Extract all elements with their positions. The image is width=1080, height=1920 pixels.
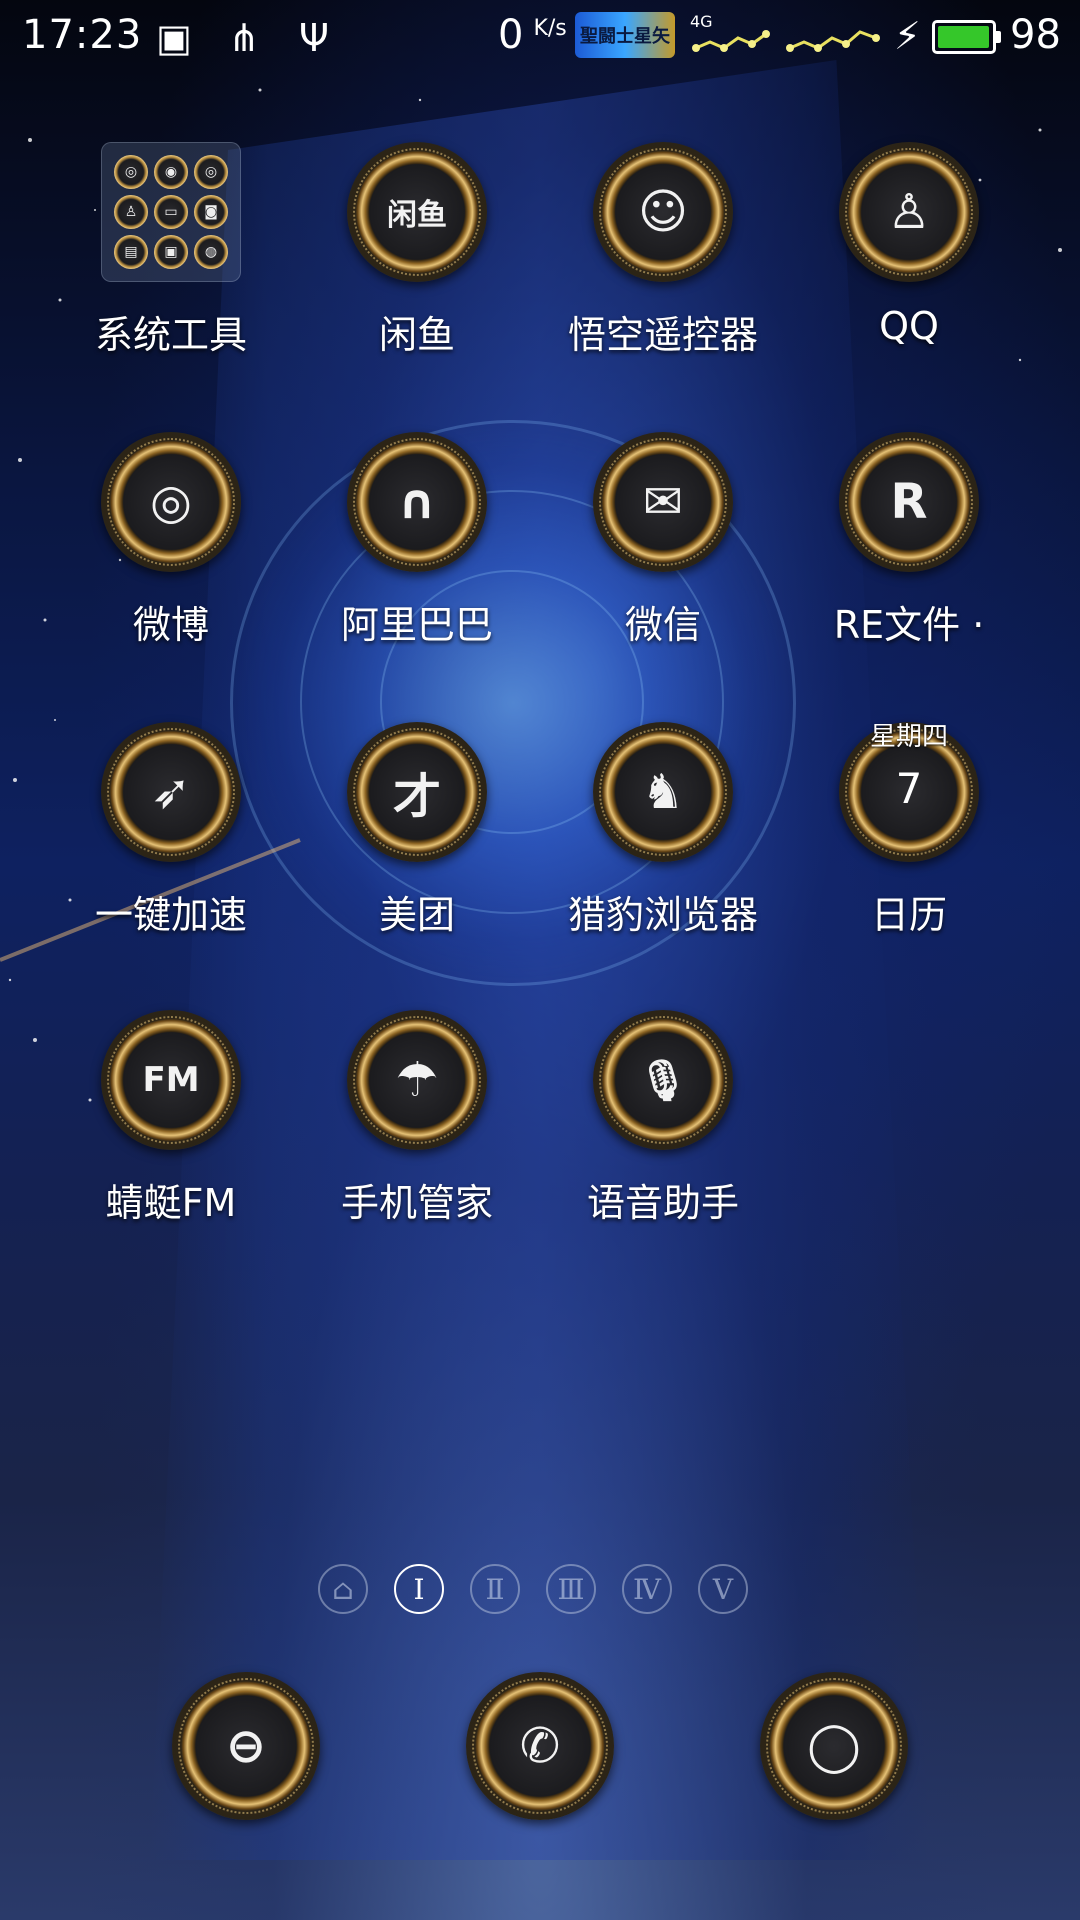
app-label: 阿里巴巴 [340,603,493,647]
page-indicator: ⌂ Ⅰ Ⅱ Ⅲ Ⅳ Ⅴ [318,1564,748,1614]
page-dot-4[interactable]: Ⅳ [622,1564,672,1614]
page-dot-2[interactable]: Ⅱ [470,1564,520,1614]
cheetah-icon: ♞ [593,722,733,862]
microphone-icon: 🎙 [593,1010,733,1150]
battery-icon [932,20,1001,54]
app-label: 闲鱼 [378,313,455,357]
app-label: 一键加速 [94,893,247,937]
charging-icon: ⚡ [894,14,921,58]
app-label: RE文件 · [833,603,985,647]
app-calendar[interactable]: 星期四 7 日历 [789,722,1029,939]
folder-mini-app-icon: ◍ [194,235,228,269]
battery-percent: 98 [1010,12,1061,58]
app-phone-manager[interactable]: ☂ 手机管家 [297,1010,537,1227]
page-dot-1[interactable]: Ⅰ [394,1564,444,1614]
folder-icon: ◎ ◉ ◎ ♙ ▭ ◙ ▤ ▣ ◍ [101,142,241,282]
app-label: 手机管家 [340,1181,493,1225]
status-notification-icons: ▣ ⋔ Ψ [152,16,336,60]
message-icon: ◯ [760,1672,908,1820]
app-wechat[interactable]: ✉ 微信 [543,432,783,649]
image-icon: ▣ [156,16,192,60]
app-xianyu[interactable]: 闲鱼 闲鱼 [297,142,537,359]
qq-icon: ♙ [839,142,979,282]
app-voice-assistant[interactable]: 🎙 语音助手 [543,1010,783,1227]
app-cheetah-browser[interactable]: ♞ 猎豹浏览器 [543,722,783,939]
wukong-remote-icon: ☺ [593,142,733,282]
usb-icon: Ψ [299,16,329,60]
rocket-icon: ➶ [101,722,241,862]
app-label: 微博 [132,603,209,647]
share-icon: ⋔ [228,16,260,60]
app-label: 微信 [624,603,701,647]
app-label: 猎豹浏览器 [567,893,758,937]
calendar-weekday: 星期四 [869,722,948,752]
folder-system-tools[interactable]: ◎ ◉ ◎ ♙ ▭ ◙ ▤ ▣ ◍ 系统工具 [51,142,291,359]
app-label: 蜻蜓FM [105,1181,237,1225]
battery-fill [938,26,989,48]
dock-messages[interactable]: ◯ [760,1672,908,1820]
status-bar: 17:23 ▣ ⋔ Ψ 0 K/s 聖闘士星矢 4G ⚡ 98 [0,0,1080,76]
app-label: 日历 [870,893,947,937]
weibo-icon: ◎ [101,432,241,572]
page-dot-3[interactable]: Ⅲ [546,1564,596,1614]
folder-mini-app-icon: ◙ [194,195,228,229]
status-time: 17:23 [22,12,143,58]
folder-mini-app-icon: ◎ [194,155,228,189]
app-qq[interactable]: ♙ QQ [789,142,1029,348]
browser-icon: ⊖ [172,1672,320,1820]
folder-mini-app-icon: ◎ [114,155,148,189]
app-wukong-remote[interactable]: ☺ 悟空遥控器 [543,142,783,359]
network-speed: 0 K/s [498,12,567,58]
radio-icon: FM [101,1010,241,1150]
app-label: 悟空遥控器 [567,313,758,357]
app-qingting-fm[interactable]: FM 蜻蜓FM [51,1010,291,1227]
app-meituan[interactable]: 才 美团 [297,722,537,939]
signal-strength-icon [692,30,880,52]
folder-mini-app-icon: ♙ [114,195,148,229]
app-label: 美团 [378,893,455,937]
dock-phone[interactable]: ✆ [466,1672,614,1820]
dock-browser[interactable]: ⊖ [172,1672,320,1820]
page-dot-home[interactable]: ⌂ [318,1564,368,1614]
app-one-key-boost[interactable]: ➶ 一键加速 [51,722,291,939]
network-type: 4G [690,12,713,31]
re-file-icon: R [839,432,979,572]
folder-mini-app-icon: ▭ [154,195,188,229]
saint-seiya-logo: 聖闘士星矢 [575,12,675,58]
calendar-date: 7 [895,764,923,813]
folder-mini-app-icon: ▣ [154,235,188,269]
app-label: 系统工具 [94,313,247,357]
app-alibaba[interactable]: ∩ 阿里巴巴 [297,432,537,649]
alibaba-icon: ∩ [347,432,487,572]
page-dot-5[interactable]: Ⅴ [698,1564,748,1614]
network-speed-value: 0 [498,12,524,58]
meituan-icon: 才 [347,722,487,862]
umbrella-icon: ☂ [347,1010,487,1150]
folder-mini-app-icon: ◉ [154,155,188,189]
app-label: QQ [879,304,939,348]
network-speed-unit: K/s [533,16,567,41]
xianyu-icon: 闲鱼 [347,142,487,282]
app-weibo[interactable]: ◎ 微博 [51,432,291,649]
folder-mini-app-icon: ▤ [114,235,148,269]
wechat-icon: ✉ [593,432,733,572]
phone-icon: ✆ [466,1672,614,1820]
app-re-file-manager[interactable]: R RE文件 · [789,432,1029,649]
app-label: 语音助手 [586,1181,739,1225]
